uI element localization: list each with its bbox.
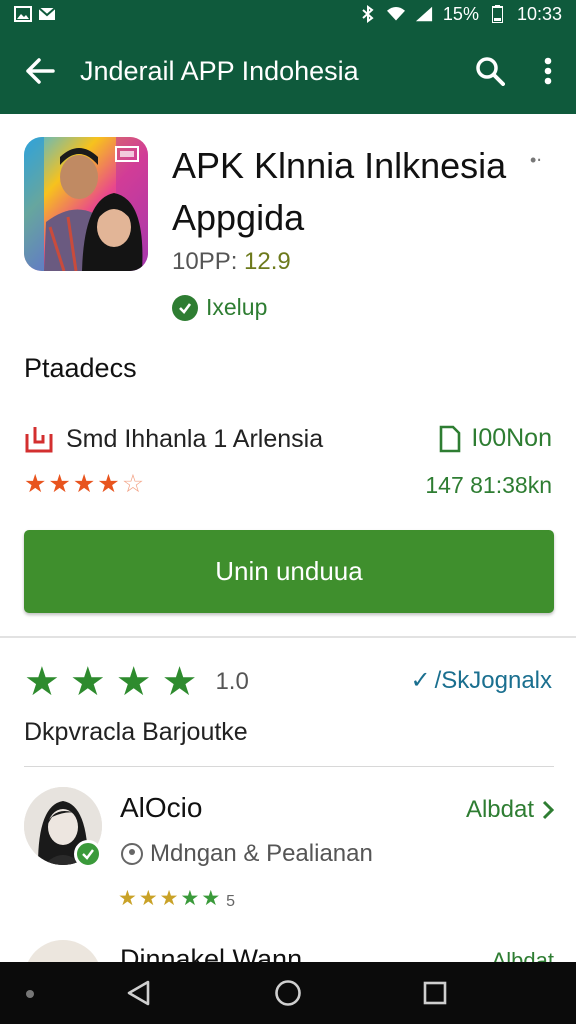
system-nav-bar xyxy=(0,962,576,1024)
signal-icon xyxy=(415,5,433,23)
size-row: I00Non xyxy=(439,424,552,453)
share-icon[interactable]: •⋅ xyxy=(530,150,542,171)
star-icon: ★ xyxy=(161,660,198,704)
status-bar: 15% 10:33 xyxy=(0,0,576,28)
nav-recents-button[interactable] xyxy=(400,962,470,1024)
wifi-icon xyxy=(386,5,405,23)
version-value: 12.9 xyxy=(244,248,291,275)
developer-name: Smd Ihhanla 1 Arlensia xyxy=(66,424,324,453)
chevron-right-icon xyxy=(542,800,554,820)
nav-indicator-dot xyxy=(26,990,34,998)
star-icon: ★ xyxy=(159,887,179,910)
star-icon: ★ xyxy=(115,660,152,704)
star-icon: ★ xyxy=(180,887,200,910)
battery-text: 15% xyxy=(442,3,479,24)
star-icon: ★ xyxy=(97,470,120,498)
rating-score: 1.0 xyxy=(215,668,249,695)
developer-row[interactable]: Smd Ihhanla 1 Arlensia xyxy=(24,424,323,454)
search-button[interactable] xyxy=(460,28,520,114)
more-options-button[interactable] xyxy=(520,28,576,114)
size-label: I00Non xyxy=(471,424,552,452)
app-icon xyxy=(24,137,148,271)
arrow-left-icon xyxy=(26,58,55,84)
size-subtext: 147 81:38kn xyxy=(425,472,552,498)
reviewer-subtitle: Mdngan & Pealianan xyxy=(120,840,373,868)
installed-status: Ixelup xyxy=(172,294,267,321)
developer-icon xyxy=(25,427,53,453)
file-icon xyxy=(440,425,461,452)
section-divider xyxy=(0,636,576,638)
star-icon: ★ xyxy=(138,887,158,910)
installed-status-label: Ixelup xyxy=(206,294,268,320)
nav-back-button[interactable] xyxy=(103,962,173,1024)
reviews-link-label: /SkJognalx xyxy=(434,666,552,694)
check-icon: ✓ xyxy=(410,667,431,694)
search-icon xyxy=(476,57,505,86)
review-action-link[interactable]: Albdat xyxy=(466,796,554,824)
mail-notification-icon xyxy=(38,5,56,23)
reviewer-stars: ★ ★ ★ ★ ★ 5 xyxy=(118,886,235,911)
star-outline-icon: ☆ xyxy=(121,470,145,498)
bluetooth-icon xyxy=(359,5,377,23)
star-icon: ★ xyxy=(24,660,60,704)
check-circle-icon xyxy=(172,294,198,321)
reviews-section-title: Dkpvracla Barjoutke xyxy=(24,718,248,746)
gallery-icon xyxy=(121,843,143,865)
battery-icon xyxy=(489,5,507,23)
stars-count: 5 xyxy=(226,893,236,910)
reviewer-subtitle-text: Mdngan & Pealianan xyxy=(150,840,373,867)
star-icon: ★ xyxy=(69,660,106,704)
back-button[interactable] xyxy=(0,28,80,114)
square-recents-icon xyxy=(423,981,447,1005)
gallery-notification-icon xyxy=(14,5,32,23)
star-icon: ★ xyxy=(201,887,221,910)
star-icon: ★ xyxy=(72,470,96,498)
star-icon: ★ xyxy=(118,887,137,910)
nav-home-button[interactable] xyxy=(253,962,323,1024)
star-icon: ★ xyxy=(48,470,71,498)
reviewer-name: AlOcio xyxy=(120,792,203,823)
version-label: 10PP: xyxy=(172,248,245,275)
install-button[interactable]: Unin unduua xyxy=(24,530,554,613)
version-line: 10PP: 12.9 xyxy=(172,248,291,276)
reviews-divider xyxy=(24,766,554,767)
more-vert-icon xyxy=(544,57,552,85)
app-bar: Jnderail APP Indohesia xyxy=(0,28,576,114)
circle-home-icon xyxy=(275,980,301,1006)
clock-text: 10:33 xyxy=(516,3,562,24)
star-icon: ★ xyxy=(24,470,47,498)
app-bar-title: Jnderail APP Indohesia xyxy=(80,55,359,86)
reviews-link[interactable]: ✓ /SkJognalx xyxy=(410,666,552,695)
verified-badge-icon xyxy=(74,840,102,868)
app-name: APK Klnnia Inlknesia Appgida xyxy=(172,145,507,238)
review-action-label: Albdat xyxy=(465,796,534,823)
rating-summary: ★ ★ ★ ★ 1.0 xyxy=(24,660,249,704)
triangle-back-icon xyxy=(127,980,150,1006)
publisher-label: Ptaadecs xyxy=(24,353,137,383)
app-rating-stars: ★ ★ ★ ★ ☆ xyxy=(24,470,144,498)
